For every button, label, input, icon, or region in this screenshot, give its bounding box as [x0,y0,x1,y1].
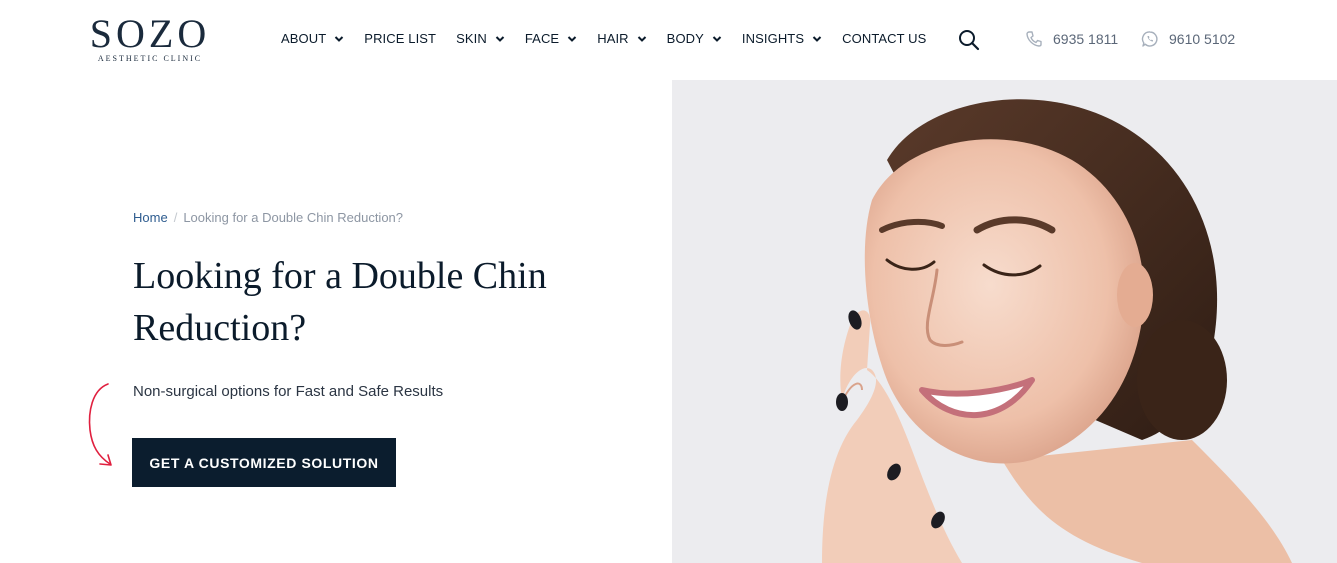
breadcrumb-separator: / [173,210,178,225]
chevron-down-icon [567,35,577,42]
search-button[interactable] [958,29,980,51]
phone-link[interactable]: 6935 1811 [1025,30,1118,48]
nav-item-insights[interactable]: INSIGHTS [742,31,822,46]
brand-tagline: AESTHETIC CLINIC [97,54,203,63]
nav-label: HAIR [597,31,629,46]
nav-item-price-list[interactable]: PRICE LIST [364,31,436,46]
nav-label: FACE [524,31,560,46]
hero-subtitle: Non-surgical options for Fast and Safe R… [133,383,444,400]
nav-label: ABOUT [281,31,327,46]
brand-logo[interactable]: SOZO AESTHETIC CLINIC [85,11,215,64]
hero-image [672,80,1337,563]
site-header: SOZO AESTHETIC CLINIC ABOUT PRICE LIST S… [0,0,1337,80]
search-icon [959,30,980,51]
nav-item-face[interactable]: FACE [525,31,577,46]
nav-label: SKIN [456,31,487,46]
woman-portrait-illustration [672,80,1337,563]
nav-label: CONTACT US [842,31,927,46]
breadcrumb: Home / Looking for a Double Chin Reducti… [133,210,403,225]
breadcrumb-current: Looking for a Double Chin Reduction? [183,210,404,225]
nav-item-hair[interactable]: HAIR [597,31,646,46]
nav-item-body[interactable]: BODY [667,31,722,46]
phone-icon [1026,31,1042,47]
whatsapp-number: 9610 5102 [1169,31,1236,47]
chevron-down-icon [812,35,822,42]
nav-item-skin[interactable]: SKIN [456,31,505,46]
whatsapp-link[interactable]: 9610 5102 [1141,30,1235,48]
chevron-down-icon [712,35,722,42]
chevron-down-icon [495,35,505,42]
chevron-down-icon [335,35,344,42]
nav-item-contact-us[interactable]: CONTACT US [842,31,926,46]
nav-label: PRICE LIST [364,31,437,46]
page-title: Looking for a Double Chin Reduction? [133,255,547,349]
get-customized-solution-button[interactable]: GET A CUSTOMIZED SOLUTION [132,438,396,487]
brand-name: SOZO [89,11,211,56]
breadcrumb-home-link[interactable]: Home [133,210,168,225]
whatsapp-icon [1141,31,1158,47]
nav-label: INSIGHTS [741,31,805,46]
nav-label: BODY [666,31,704,46]
nav-item-about[interactable]: ABOUT [281,31,344,46]
phone-number: 6935 1811 [1053,31,1119,47]
curved-arrow-icon [88,383,112,466]
chevron-down-icon [637,35,646,42]
main-nav: ABOUT PRICE LIST SKIN FACE HAIR BODY INS… [281,31,926,46]
